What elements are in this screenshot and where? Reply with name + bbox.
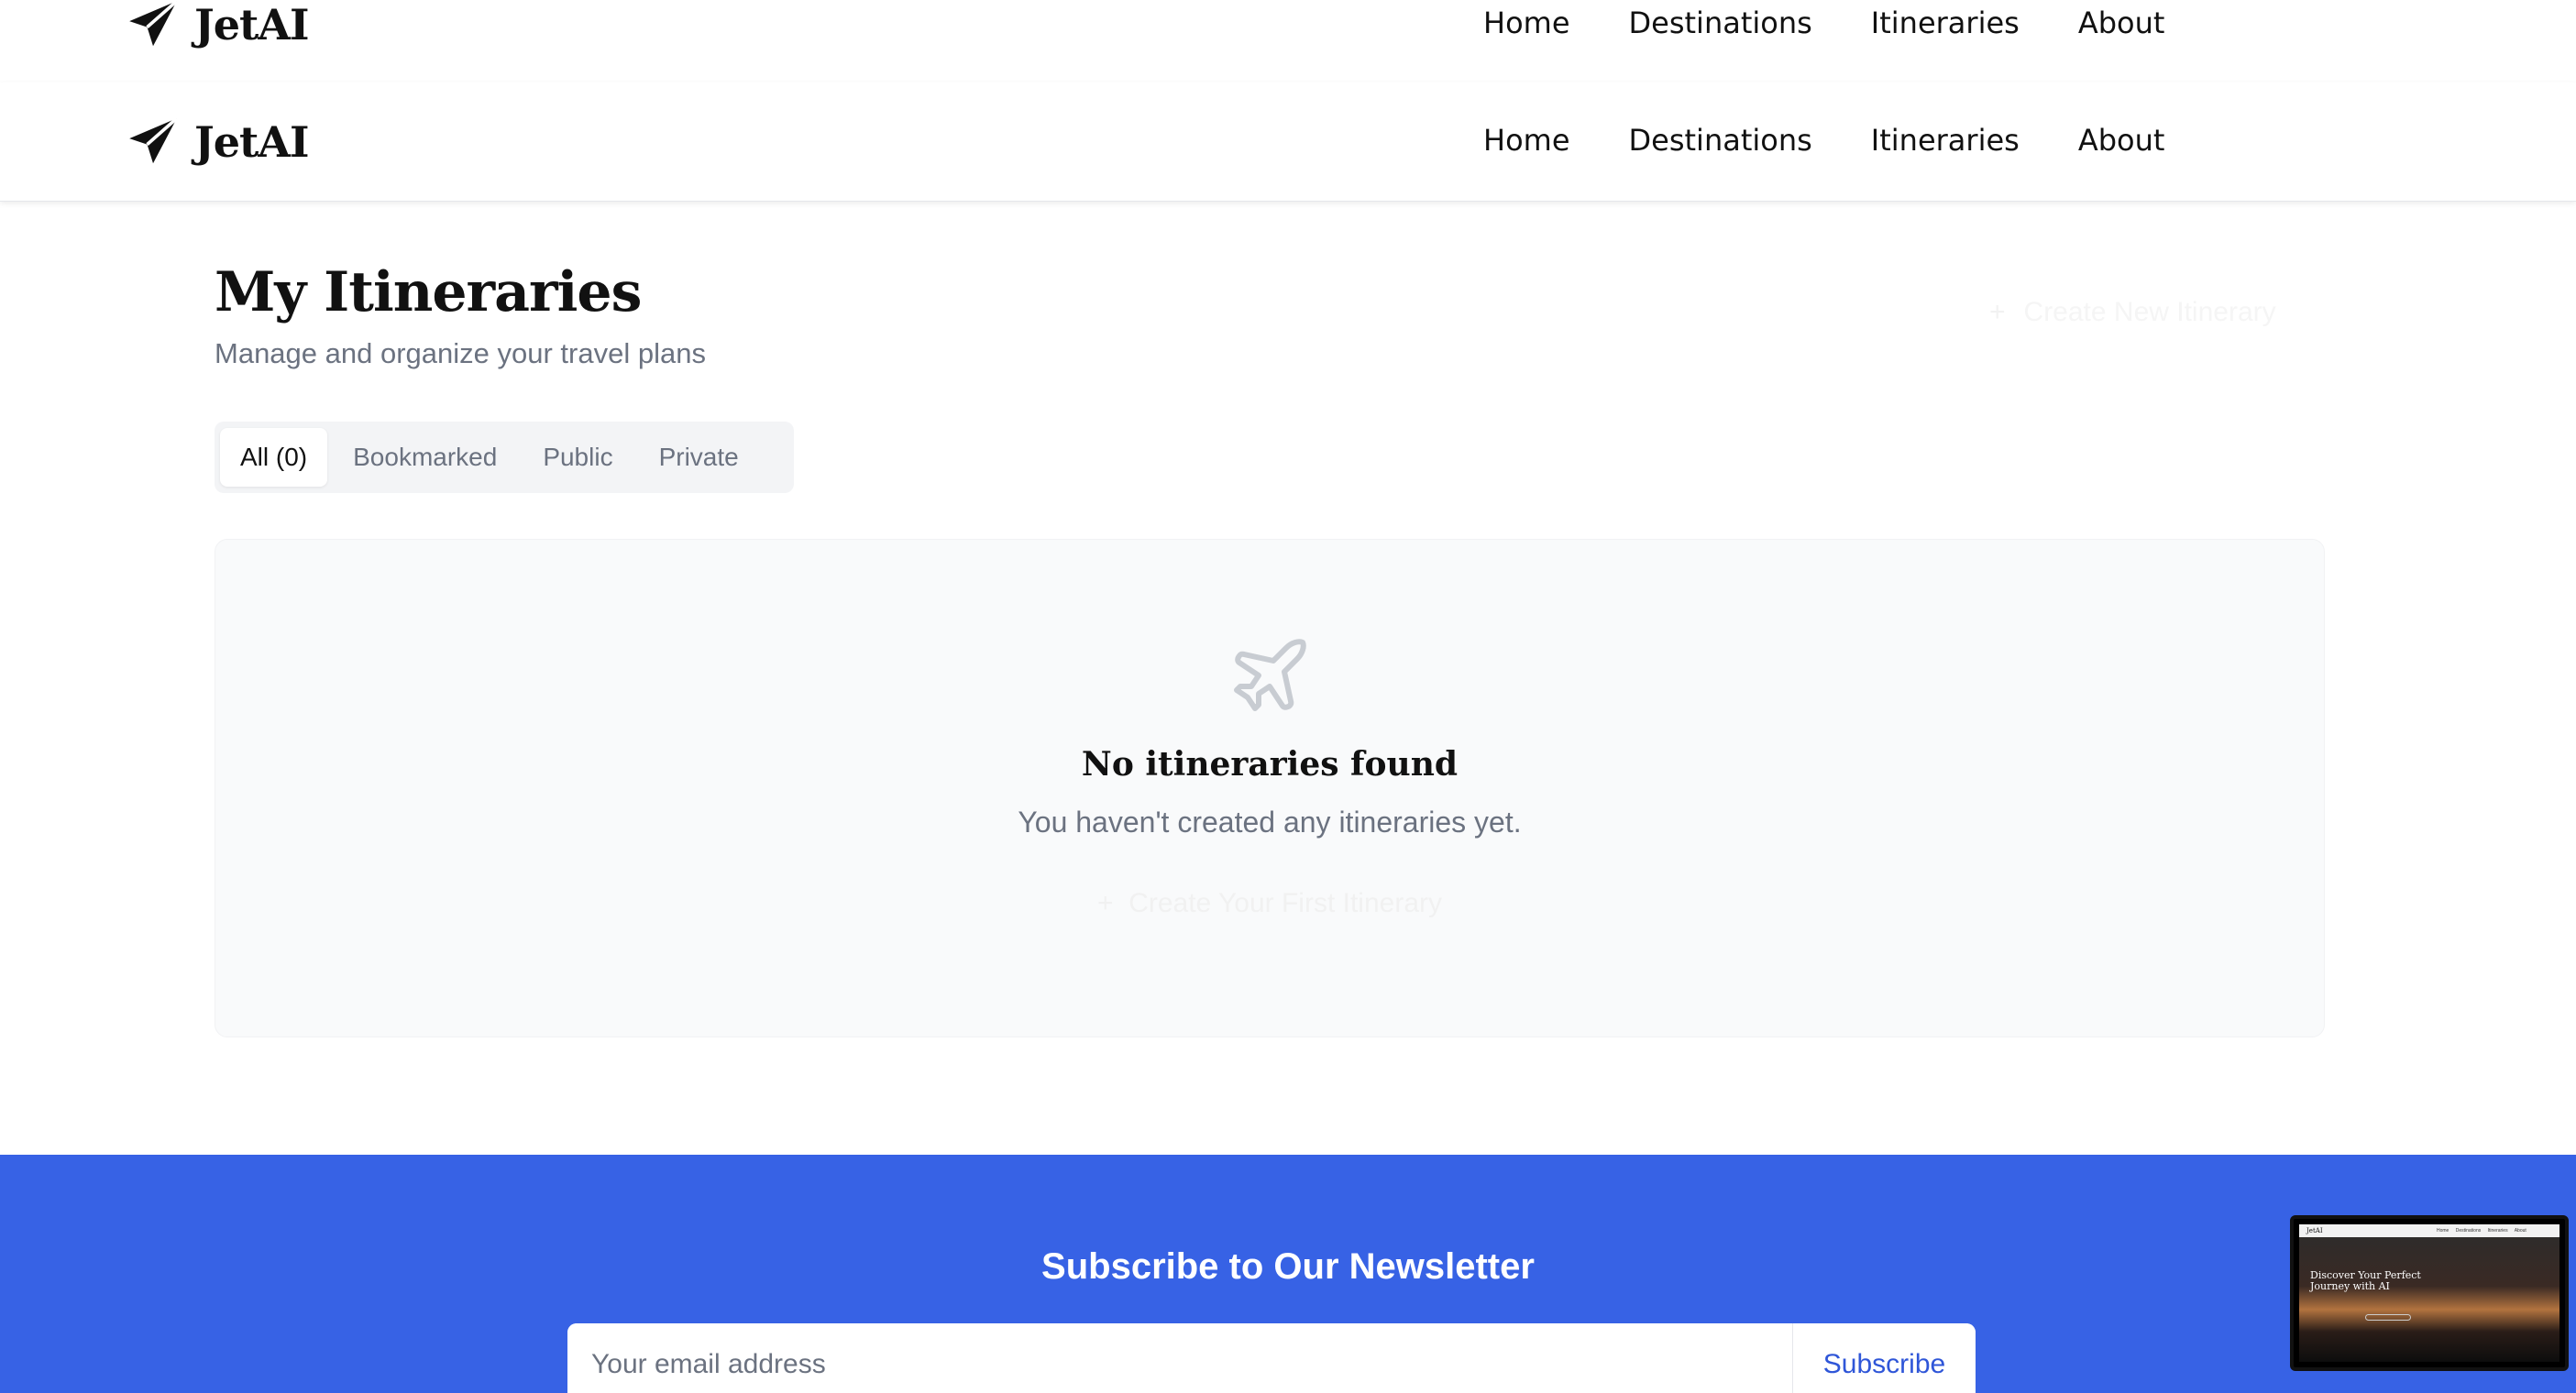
create-itinerary-button[interactable]: + Create New Itinerary xyxy=(1989,297,2276,328)
newsletter-form: Subscribe xyxy=(567,1323,1976,1393)
nav-destinations[interactable]: Destinations xyxy=(1629,5,1812,40)
logo-text: JetAI xyxy=(194,0,309,49)
create-first-itinerary-label: Create Your First Itinerary xyxy=(1128,888,1442,918)
tab-all[interactable]: All (0) xyxy=(220,428,328,487)
newsletter-section: Subscribe to Our Newsletter Subscribe xyxy=(0,1155,2576,1393)
preview-nav: Home Destinations Itineraries About xyxy=(2437,1228,2526,1234)
paper-plane-icon xyxy=(129,116,179,164)
nav-about[interactable]: About xyxy=(2078,5,2165,40)
email-input[interactable] xyxy=(567,1323,1792,1393)
main-nav: Home Destinations Itineraries About xyxy=(1483,5,2164,40)
newsletter-title: Subscribe to Our Newsletter xyxy=(1041,1246,1535,1287)
logo-text: JetAI xyxy=(194,117,309,167)
preview-header: JetAI Home Destinations Itineraries Abou… xyxy=(2299,1224,2559,1237)
plus-icon: + xyxy=(1096,888,1129,918)
tab-public[interactable]: Public xyxy=(523,428,633,487)
logo[interactable]: JetAI xyxy=(125,114,309,170)
filter-tabs: All (0) Bookmarked Public Private xyxy=(215,422,794,493)
preview-button xyxy=(2365,1314,2411,1321)
plane-icon xyxy=(1234,639,1306,711)
page-title: My Itineraries xyxy=(215,260,642,324)
empty-state-card: No itineraries found You haven't created… xyxy=(215,539,2325,1037)
top-header-duplicate: JetAI Home Destinations Itineraries Abou… xyxy=(0,0,2576,64)
empty-state-title: No itineraries found xyxy=(1081,745,1459,784)
preview-heading: Discover Your Perfect Journey with AI xyxy=(2310,1269,2421,1292)
page-subtitle: Manage and organize your travel plans xyxy=(215,337,706,369)
plus-icon: + xyxy=(1989,297,2006,327)
preview-thumbnail[interactable]: JetAI Home Destinations Itineraries Abou… xyxy=(2290,1215,2569,1371)
nav-destinations[interactable]: Destinations xyxy=(1629,123,1812,158)
subscribe-button[interactable]: Subscribe xyxy=(1792,1323,1976,1393)
tab-private[interactable]: Private xyxy=(639,428,759,487)
nav-itineraries[interactable]: Itineraries xyxy=(1871,5,2020,40)
main-header: JetAI Home Destinations Itineraries Abou… xyxy=(0,82,2576,202)
nav-itineraries[interactable]: Itineraries xyxy=(1871,123,2020,158)
tab-bookmarked[interactable]: Bookmarked xyxy=(333,428,517,487)
empty-state-text: You haven't created any itineraries yet. xyxy=(1018,806,1522,839)
preview-image: JetAI Home Destinations Itineraries Abou… xyxy=(2299,1224,2559,1362)
nav-home[interactable]: Home xyxy=(1483,5,1570,40)
create-first-itinerary-button[interactable]: + Create Your First Itinerary xyxy=(215,888,2324,919)
nav-about[interactable]: About xyxy=(2078,123,2165,158)
main-nav: Home Destinations Itineraries About xyxy=(1483,123,2164,158)
logo[interactable]: JetAI xyxy=(125,0,309,53)
preview-logo: JetAI xyxy=(2306,1227,2323,1234)
nav-home[interactable]: Home xyxy=(1483,123,1570,158)
paper-plane-icon xyxy=(129,0,179,47)
create-itinerary-label: Create New Itinerary xyxy=(2023,297,2276,327)
